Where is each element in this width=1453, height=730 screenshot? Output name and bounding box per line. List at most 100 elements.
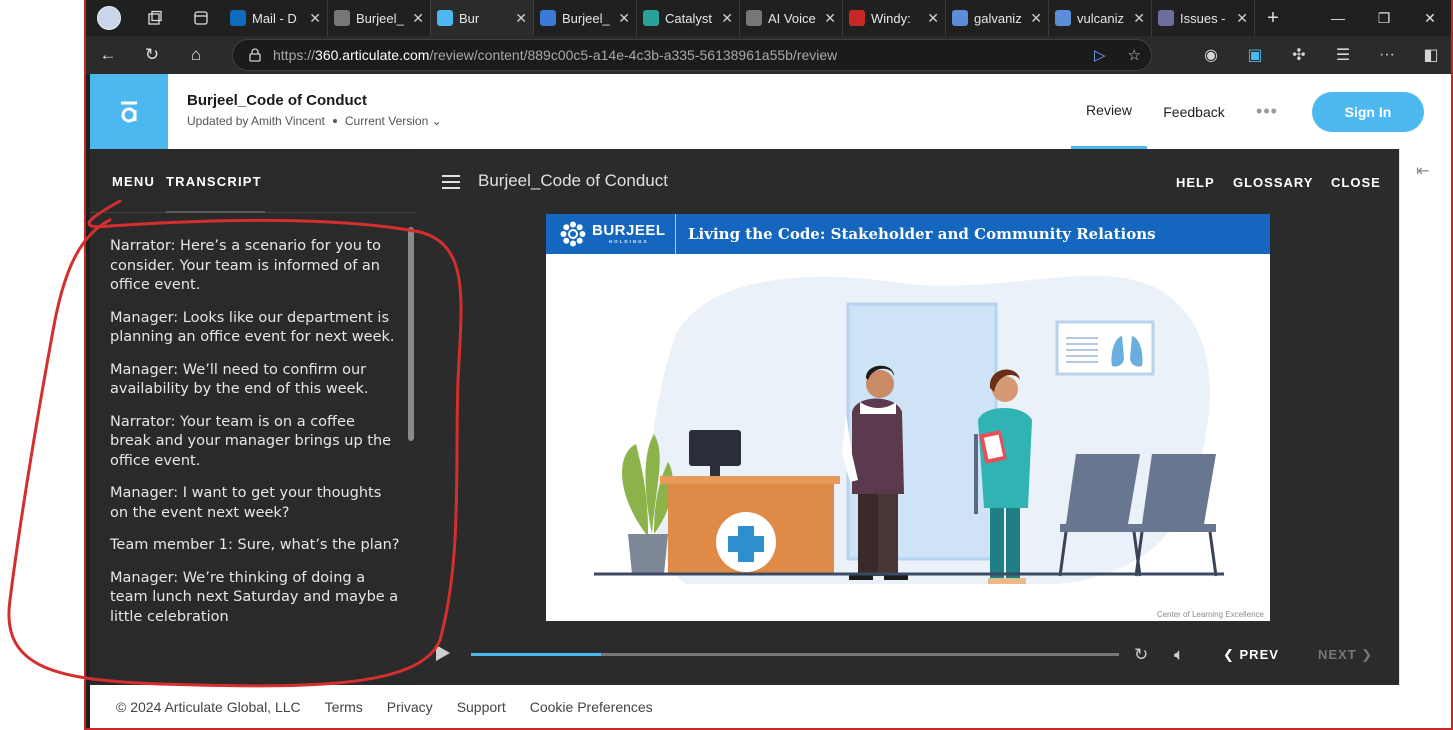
browser-tab[interactable]: AI Voice ✕ bbox=[740, 0, 843, 36]
brand-name: BURJEEL bbox=[592, 222, 666, 240]
tab-menu[interactable]: MENU bbox=[112, 174, 155, 189]
browser-tab[interactable]: Windy: ✕ bbox=[843, 0, 946, 36]
document-meta: Updated by Amith Vincent Current Version… bbox=[187, 114, 442, 128]
burjeel-logo: BURJEEL HOLDINGS bbox=[546, 214, 676, 254]
help-link[interactable]: HELP bbox=[1176, 175, 1215, 190]
close-window-button[interactable]: ✕ bbox=[1407, 0, 1451, 36]
transcript-line: Manager: We’re thinking of doing a team … bbox=[110, 569, 399, 625]
version-label: Current Version bbox=[344, 114, 429, 128]
extensions-icon[interactable]: ✣ bbox=[1277, 45, 1321, 65]
tab-label: galvaniz bbox=[974, 10, 1022, 26]
tab-label: Catalyst bbox=[665, 10, 712, 26]
document-title: Burjeel_Code of Conduct bbox=[187, 92, 368, 109]
seek-bar[interactable] bbox=[471, 653, 1119, 656]
slide-banner: BURJEEL HOLDINGS Living the Code: Stakeh… bbox=[546, 214, 1270, 254]
minimize-button[interactable]: — bbox=[1315, 0, 1361, 36]
replay-icon[interactable]: ↻ bbox=[1134, 645, 1148, 665]
volume-icon[interactable]: 🔈︎ bbox=[1174, 645, 1184, 665]
tab-close-icon[interactable]: ✕ bbox=[824, 10, 836, 27]
browser-tab[interactable]: Burjeel_ ✕ bbox=[328, 0, 431, 36]
burjeel-star-icon bbox=[560, 221, 586, 247]
tab-close-icon[interactable]: ✕ bbox=[515, 10, 527, 27]
tab-transcript[interactable]: TRANSCRIPT bbox=[166, 174, 262, 189]
close-link[interactable]: CLOSE bbox=[1331, 175, 1381, 190]
tab-close-icon[interactable]: ✕ bbox=[721, 10, 733, 27]
address-bar[interactable]: https://360.articulate.com/review/conten… bbox=[232, 39, 1152, 71]
favorites-icon[interactable]: ☰ bbox=[1321, 45, 1365, 65]
monitor bbox=[689, 430, 741, 466]
transcript-line: Narrator: Your team is on a coffee break… bbox=[110, 413, 392, 469]
maximize-button[interactable]: ❐ bbox=[1361, 0, 1407, 36]
slide-banner-title: Living the Code: Stakeholder and Communi… bbox=[688, 225, 1156, 243]
prev-label: PREV bbox=[1239, 647, 1279, 662]
player-controls: ↻ 🔈︎ ❮ PREV NEXT ❯ bbox=[417, 637, 1399, 673]
stage-topbar: Burjeel_Code of Conduct HELP GLOSSARY CL… bbox=[417, 149, 1399, 213]
more-options-button[interactable]: ••• bbox=[1252, 74, 1282, 149]
read-aloud-icon[interactable]: ▷ bbox=[1094, 46, 1106, 64]
tab-feedback[interactable]: Feedback bbox=[1158, 74, 1230, 149]
workspaces-button[interactable] bbox=[132, 0, 178, 36]
tab-close-icon[interactable]: ✕ bbox=[1030, 10, 1042, 27]
transcript-list: Narrator: Here’s a scenario for you to c… bbox=[110, 237, 400, 640]
sign-in-button[interactable]: Sign In bbox=[1312, 92, 1424, 132]
sidebar-toggle-icon[interactable]: ◧ bbox=[1409, 45, 1451, 65]
tab-close-icon[interactable]: ✕ bbox=[1133, 10, 1145, 27]
next-button[interactable]: NEXT ❯ bbox=[1318, 647, 1373, 663]
support-link[interactable]: Support bbox=[457, 699, 506, 715]
extension-owl-icon[interactable]: ◉ bbox=[1189, 45, 1233, 65]
slide-canvas: BURJEEL HOLDINGS Living the Code: Stakeh… bbox=[546, 214, 1270, 621]
home-button[interactable]: ⌂ bbox=[174, 36, 218, 74]
transcript-line: Manager: I want to get your thoughts on … bbox=[110, 485, 382, 521]
url-host: 360.articulate.com bbox=[315, 47, 430, 63]
transcript-line: Manager: Looks like our department is pl… bbox=[110, 309, 395, 346]
tab-close-icon[interactable]: ✕ bbox=[618, 10, 630, 27]
tab-favicon-icon bbox=[849, 10, 865, 26]
review-side-rail: ⇤ bbox=[1399, 149, 1451, 685]
tab-close-icon[interactable]: ✕ bbox=[927, 10, 939, 27]
tab-favicon-icon bbox=[643, 10, 659, 26]
favorite-star-icon[interactable]: ☆ bbox=[1128, 46, 1141, 64]
sidebar-tabs: MENU TRANSCRIPT bbox=[90, 149, 417, 213]
tab-actions-button[interactable] bbox=[178, 0, 224, 36]
articulate-logo[interactable] bbox=[90, 74, 168, 149]
version-selector[interactable]: Current Version ⌄ bbox=[345, 114, 442, 128]
glossary-link[interactable]: GLOSSARY bbox=[1233, 175, 1313, 190]
next-label: NEXT bbox=[1318, 647, 1357, 662]
back-button[interactable]: ← bbox=[86, 36, 130, 74]
tab-close-icon[interactable]: ✕ bbox=[412, 10, 424, 27]
tab-close-icon[interactable]: ✕ bbox=[309, 10, 321, 27]
slide-stage: Burjeel_Code of Conduct HELP GLOSSARY CL… bbox=[417, 149, 1399, 685]
chevron-left-icon: ❮ bbox=[1223, 647, 1240, 662]
browser-tab[interactable]: Mail - D ✕ bbox=[224, 0, 328, 36]
privacy-link[interactable]: Privacy bbox=[387, 699, 433, 715]
more-menu-icon[interactable]: ··· bbox=[1365, 46, 1409, 64]
browser-tab[interactable]: Catalyst ✕ bbox=[637, 0, 740, 36]
tab-label: Burjeel_ bbox=[356, 10, 404, 26]
tab-label: Burjeel_ bbox=[562, 10, 610, 26]
avatar-icon bbox=[97, 6, 121, 30]
browser-tab[interactable]: Issues - ✕ bbox=[1152, 0, 1255, 36]
tab-favicon-icon bbox=[230, 10, 246, 26]
menu-hamburger-icon[interactable] bbox=[442, 175, 460, 189]
browser-tab[interactable]: Bur ✕ bbox=[431, 0, 534, 36]
collapse-panel-icon[interactable]: ⇤ bbox=[1416, 161, 1429, 181]
page-footer: © 2024 Articulate Global, LLC Terms Priv… bbox=[90, 685, 1451, 728]
tab-close-icon[interactable]: ✕ bbox=[1236, 10, 1248, 27]
terms-link[interactable]: Terms bbox=[325, 699, 363, 715]
cookie-preferences-link[interactable]: Cookie Preferences bbox=[530, 699, 653, 715]
prev-button[interactable]: ❮ PREV bbox=[1223, 647, 1279, 663]
new-tab-button[interactable]: + bbox=[1255, 0, 1291, 36]
play-icon[interactable] bbox=[436, 645, 450, 661]
transcript-scrollbar[interactable] bbox=[408, 227, 414, 441]
lock-icon bbox=[249, 48, 261, 62]
tab-label: AI Voice bbox=[768, 10, 816, 26]
slide-footer-credit: Center of Learning Excellence bbox=[1156, 610, 1264, 619]
tab-favicon-icon bbox=[334, 10, 350, 26]
browser-tab[interactable]: galvaniz ✕ bbox=[946, 0, 1049, 36]
browser-tab[interactable]: vulcaniz ✕ bbox=[1049, 0, 1152, 36]
screenshot-icon[interactable]: ▣ bbox=[1233, 45, 1277, 65]
profile-avatar[interactable] bbox=[86, 0, 132, 36]
tab-review[interactable]: Review bbox=[1071, 74, 1147, 149]
browser-tab[interactable]: Burjeel_ ✕ bbox=[534, 0, 637, 36]
refresh-button[interactable]: ↻ bbox=[130, 36, 174, 74]
